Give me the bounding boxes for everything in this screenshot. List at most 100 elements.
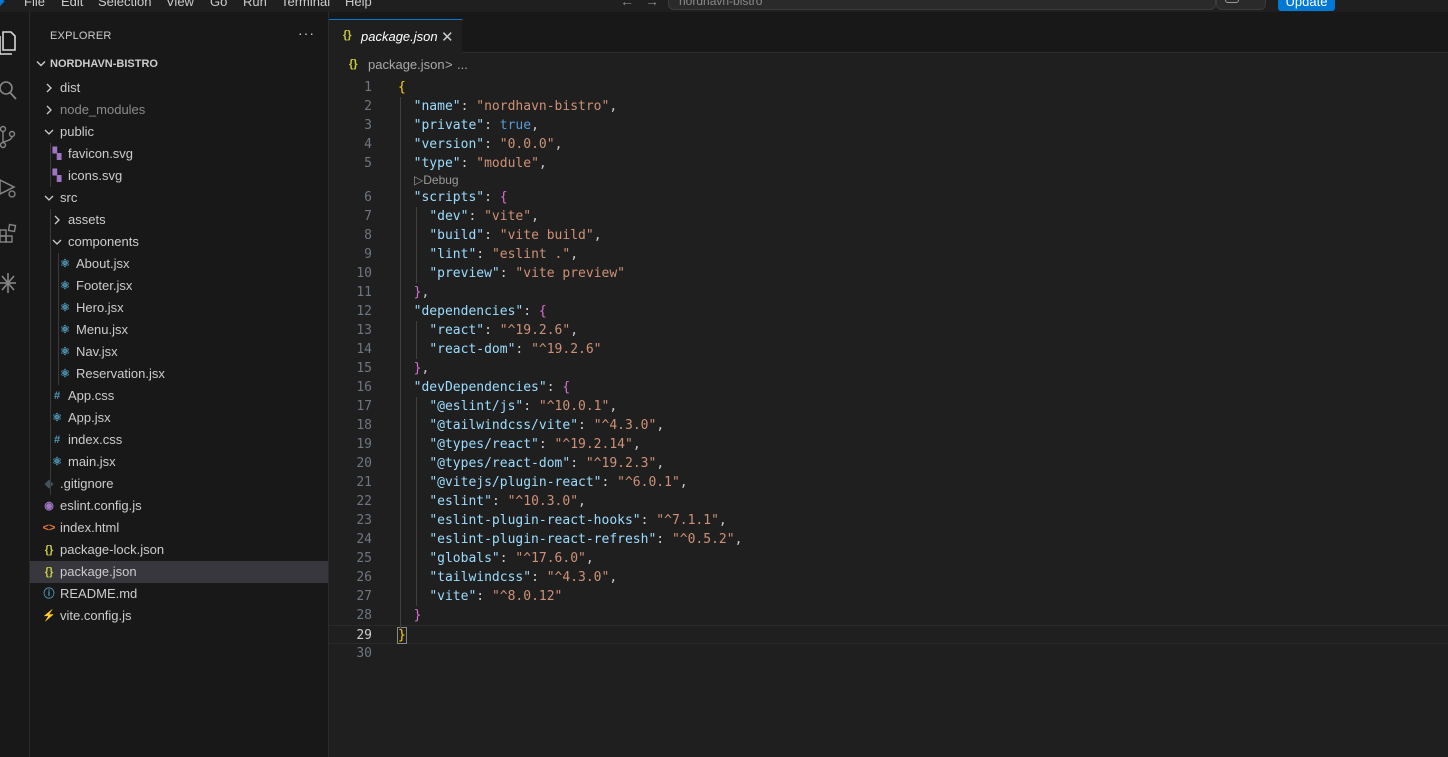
- code-token: "eslint-plugin-react-hooks": [429, 513, 641, 528]
- chevron-right-icon: [46, 83, 52, 93]
- code-token: :: [656, 532, 672, 547]
- source-control-icon[interactable]: [0, 124, 18, 150]
- line-number: 8: [364, 228, 372, 243]
- file-item-menu-jsx[interactable]: ⚛ Menu.jsx: [30, 319, 328, 341]
- more-actions-icon[interactable]: ···: [298, 25, 315, 41]
- line-number: 21: [356, 475, 372, 490]
- activity-bar: [0, 12, 30, 757]
- explorer-files-icon[interactable]: [0, 30, 18, 56]
- code-token: :: [546, 380, 563, 395]
- code-token: "devDependencies": [413, 380, 547, 395]
- forward-arrow-icon[interactable]: →: [645, 0, 659, 9]
- menu-view[interactable]: View: [166, 0, 194, 10]
- folder-item-dist[interactable]: dist: [30, 77, 328, 99]
- folder-item-src[interactable]: src: [30, 187, 328, 209]
- menu-file[interactable]: File: [24, 0, 45, 10]
- code-token: "react": [429, 323, 485, 338]
- code-token: "@types/react": [429, 437, 539, 452]
- code-line: 11 },: [329, 283, 1448, 302]
- run-debug-icon[interactable]: [0, 174, 18, 200]
- back-arrow-icon[interactable]: ←: [620, 0, 634, 9]
- ai-spark-icon[interactable]: [0, 270, 18, 296]
- react-file-icon: ⚛: [60, 346, 70, 358]
- menu-edit[interactable]: Edit: [61, 0, 83, 10]
- close-icon[interactable]: ✕: [441, 28, 454, 46]
- indent-guide: [58, 253, 59, 385]
- file-item-nav-jsx[interactable]: ⚛ Nav.jsx: [30, 341, 328, 363]
- code-token: "^0.5.2": [671, 532, 735, 547]
- file-item-icons-svg[interactable]: ▚ icons.svg: [30, 165, 328, 187]
- codelens-debug[interactable]: ▷Debug: [329, 173, 1448, 188]
- code-line: 10 "preview": "vite preview": [329, 264, 1448, 283]
- code-token: ,: [679, 475, 688, 490]
- code-line: 27 "vite": "^8.0.12": [329, 587, 1448, 606]
- code-editor[interactable]: 1{2 "name": "nordhavn-bistro", 3 "private…: [329, 78, 1448, 663]
- code-token: :: [476, 589, 492, 604]
- breadcrumb-file[interactable]: package.json: [368, 57, 445, 72]
- search-icon[interactable]: [0, 78, 18, 104]
- code-token: "type": [413, 156, 461, 171]
- file-item-app-jsx[interactable]: ⚛ App.jsx: [30, 407, 328, 429]
- file-item-package-json[interactable]: {} package.json: [30, 561, 328, 583]
- folder-item-public[interactable]: public: [30, 121, 328, 143]
- file-item-main-jsx[interactable]: ⚛ main.jsx: [30, 451, 328, 473]
- folder-item-node-modules[interactable]: node_modules: [30, 99, 328, 121]
- menu-go[interactable]: Go: [210, 0, 227, 10]
- menu-help[interactable]: Help: [345, 0, 372, 10]
- folder-item-assets[interactable]: assets: [30, 209, 328, 231]
- menu-selection[interactable]: Selection: [98, 0, 151, 10]
- file-item-favicon-svg[interactable]: ▚ favicon.svg: [30, 143, 328, 165]
- line-number: 22: [356, 494, 372, 509]
- code-line: 28 }: [329, 606, 1448, 625]
- file-item-reservation-jsx[interactable]: ⚛ Reservation.jsx: [30, 363, 328, 385]
- react-file-icon: ⚛: [52, 412, 62, 424]
- file-item-package-lock-json[interactable]: {} package-lock.json: [30, 539, 328, 561]
- extensions-icon[interactable]: [0, 222, 18, 248]
- line-content: "version": "0.0.0",: [398, 135, 563, 154]
- tree-item-label: components: [68, 234, 139, 249]
- file-item-hero-jsx[interactable]: ⚛ Hero.jsx: [30, 297, 328, 319]
- file-item-footer-jsx[interactable]: ⚛ Footer.jsx: [30, 275, 328, 297]
- file-item-eslint-config-js[interactable]: ◉ eslint.config.js: [30, 495, 328, 517]
- line-content: "@eslint/js": "^10.0.1",: [398, 397, 617, 416]
- line-content: "eslint-plugin-react-refresh": "^0.5.2",: [398, 530, 742, 549]
- chat-button[interactable]: ▾: [1216, 0, 1266, 10]
- code-token: ,: [570, 247, 579, 262]
- tab-package-json[interactable]: {} package.json ✕: [329, 19, 462, 53]
- menu-run[interactable]: Run: [243, 0, 267, 10]
- debug-codelens-link[interactable]: ▷Debug: [414, 173, 459, 188]
- code-line: 29}: [329, 625, 1448, 644]
- folder-item-components[interactable]: components: [30, 231, 328, 253]
- editor-area: {} package.json ✕ {} package.json > ... …: [329, 12, 1448, 757]
- chevron-down-icon: [44, 195, 54, 201]
- file-item-readme-md[interactable]: ⓘ README.md: [30, 583, 328, 605]
- code-token: "tailwindcss": [429, 570, 532, 585]
- code-token: :: [484, 323, 500, 338]
- update-button[interactable]: Update: [1278, 0, 1335, 11]
- command-center-search[interactable]: nordhavn-bistro: [668, 0, 1216, 10]
- indent-guide: [416, 397, 417, 606]
- breadcrumb-more[interactable]: ...: [457, 57, 468, 72]
- file-item-gitignore[interactable]: ◆ .gitignore: [30, 473, 328, 495]
- code-token: ,: [421, 361, 430, 376]
- workspace-folder-header[interactable]: NORDHAVN-BISTRO: [30, 56, 328, 74]
- file-item-vite-config-js[interactable]: ⚡ vite.config.js: [30, 605, 328, 627]
- file-item-index-css[interactable]: # index.css: [30, 429, 328, 451]
- code-token: ,: [656, 418, 665, 433]
- menu-terminal[interactable]: Terminal: [281, 0, 330, 10]
- tree-item-label: Reservation.jsx: [76, 366, 165, 381]
- vite-file-icon: ⚡: [42, 610, 56, 622]
- indent-guide: [50, 209, 51, 495]
- line-content: "tailwindcss": "^4.3.0",: [398, 568, 617, 587]
- code-token: "^19.2.6": [531, 342, 602, 357]
- line-content: "vite": "^8.0.12": [398, 587, 562, 606]
- file-item-about-jsx[interactable]: ⚛ About.jsx: [30, 253, 328, 275]
- file-item-app-css[interactable]: # App.css: [30, 385, 328, 407]
- tree-item-label: assets: [68, 212, 106, 227]
- line-number: 20: [356, 456, 372, 471]
- title-bar: ◆ File Edit Selection View Go Run Termin…: [0, 0, 1448, 12]
- tree-item-label: dist: [60, 80, 81, 95]
- file-item-index-html[interactable]: <> index.html: [30, 517, 328, 539]
